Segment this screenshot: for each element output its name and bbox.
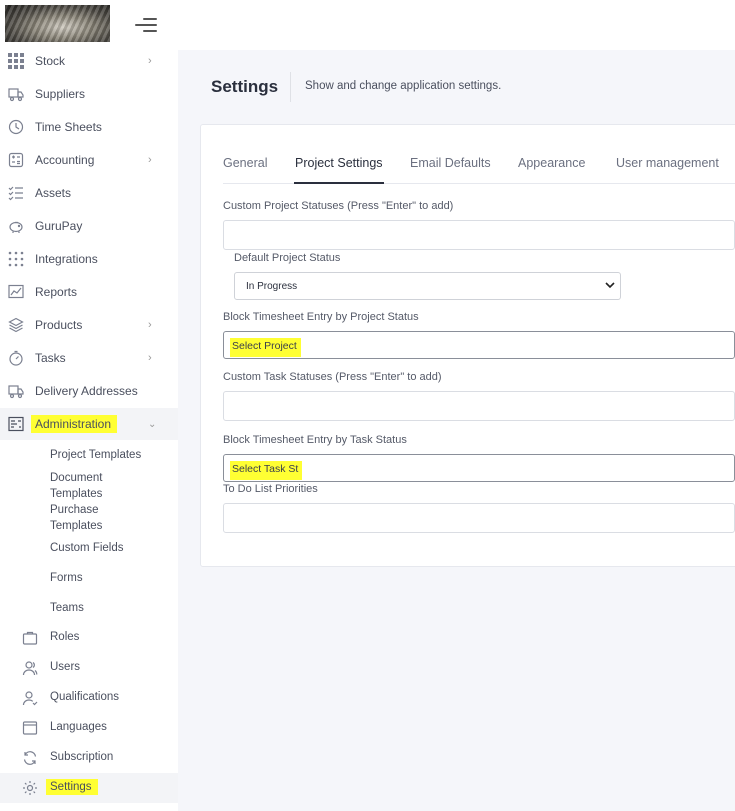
- sidebar-item-label: Time Sheets: [35, 120, 102, 134]
- sidebar-subitem-purchase-templates[interactable]: Purchase Templates: [50, 502, 120, 534]
- sidebar-item-suppliers[interactable]: Suppliers: [0, 78, 178, 110]
- title-divider: [290, 72, 291, 102]
- tab-project-settings[interactable]: Project Settings: [295, 156, 383, 170]
- chevron-right-icon: ›: [148, 352, 152, 364]
- briefcase-icon: [22, 631, 38, 645]
- sidebar-item-label: Reports: [35, 285, 78, 299]
- settings-tabs: General Project Settings Email Defaults …: [223, 150, 735, 184]
- calculator-icon: [8, 152, 24, 168]
- custom-task-statuses-label: Custom Task Statuses (Press "Enter" to a…: [223, 371, 442, 383]
- sidebar-item-administration[interactable]: Administration ⌄: [0, 408, 178, 440]
- sidebar-item-label: Tasks: [35, 351, 66, 365]
- chevron-right-icon: ›: [148, 319, 152, 331]
- block-by-project-placeholder: Select Project: [230, 338, 301, 357]
- sidebar-item-integrations[interactable]: Integrations: [0, 243, 178, 275]
- sidebar-item-time-sheets[interactable]: Time Sheets: [0, 111, 178, 143]
- block-by-task-placeholder: Select Task St: [230, 461, 303, 480]
- default-project-status-value: In Progress: [246, 281, 298, 292]
- sidebar-subitem-qualifications[interactable]: Qualifications: [0, 683, 178, 713]
- block-by-task-label: Block Timesheet Entry by Task Status: [223, 434, 407, 446]
- sidebar-subitem-languages[interactable]: Languages: [0, 713, 178, 743]
- chevron-right-icon: ›: [148, 154, 152, 166]
- sidebar-item-label: Users: [50, 661, 81, 673]
- menu-toggle-icon[interactable]: [135, 16, 157, 34]
- sidebar-subitem-document-templates[interactable]: Document Templates: [50, 470, 120, 502]
- custom-project-statuses-label: Custom Project Statuses (Press "Enter" t…: [223, 200, 454, 212]
- users-icon: [22, 661, 38, 676]
- delivery-truck-icon: [8, 385, 24, 399]
- sidebar-item-label: Stock: [35, 54, 66, 68]
- stopwatch-icon: [9, 350, 23, 366]
- sidebar-item-label: Assets: [35, 186, 72, 200]
- gear-icon: [23, 781, 37, 795]
- chevron-right-icon: ›: [148, 55, 152, 67]
- active-tab-indicator: [294, 182, 384, 184]
- clock-icon: [8, 119, 24, 135]
- todo-priorities-input[interactable]: [223, 503, 735, 533]
- custom-project-statuses-input[interactable]: [223, 220, 735, 250]
- sidebar-subitem-project-templates[interactable]: Project Templates: [50, 447, 141, 463]
- sidebar-item-products[interactable]: Products ›: [0, 309, 178, 341]
- sidebar-item-label: Integrations: [35, 252, 98, 266]
- sidebar-subitem-forms[interactable]: Forms: [50, 570, 83, 586]
- admin-icon: [8, 416, 24, 432]
- default-project-status-label: Default Project Status: [234, 252, 341, 264]
- truck-icon: [8, 88, 24, 102]
- sidebar-item-label: Qualifications: [50, 691, 120, 703]
- dots-grid-icon: [8, 251, 24, 267]
- grid-icon: [8, 53, 24, 69]
- top-bar: [0, 0, 735, 50]
- qualification-icon: [22, 691, 38, 706]
- sidebar-item-gurupay[interactable]: GuruPay: [0, 210, 178, 242]
- sidebar: Stock › Suppliers Time Sheets Accounting…: [0, 50, 178, 811]
- chevron-down-icon: ⌄: [148, 418, 157, 430]
- sidebar-item-label: Suppliers: [35, 87, 86, 101]
- checklist-icon: [8, 186, 23, 201]
- sidebar-item-label: Roles: [50, 631, 80, 643]
- piggy-bank-icon: [9, 221, 23, 233]
- tab-appearance[interactable]: Appearance: [518, 156, 585, 170]
- sidebar-item-label: Accounting: [35, 153, 95, 167]
- block-by-project-label: Block Timesheet Entry by Project Status: [223, 311, 419, 323]
- sidebar-item-label: Subscription: [50, 751, 114, 763]
- sidebar-item-tasks[interactable]: Tasks ›: [0, 342, 178, 374]
- sidebar-subitem-subscription[interactable]: Subscription: [0, 743, 178, 773]
- tab-general[interactable]: General: [223, 156, 267, 170]
- chart-icon: [8, 284, 24, 299]
- chevron-down-icon: [605, 282, 615, 289]
- block-by-task-select[interactable]: Select Task St: [223, 454, 735, 482]
- default-project-status-select[interactable]: In Progress: [234, 272, 621, 300]
- sidebar-item-label: Administration: [31, 415, 118, 433]
- sidebar-item-reports[interactable]: Reports: [0, 276, 178, 308]
- sidebar-subitem-teams[interactable]: Teams: [50, 600, 84, 616]
- sidebar-item-stock[interactable]: Stock ›: [0, 45, 178, 77]
- sidebar-item-delivery-addresses[interactable]: Delivery Addresses: [0, 375, 178, 407]
- sidebar-item-label: Settings: [46, 779, 98, 795]
- refresh-icon: [23, 751, 37, 765]
- sidebar-item-label: Products: [35, 318, 83, 332]
- tab-email-defaults[interactable]: Email Defaults: [410, 156, 491, 170]
- sidebar-item-assets[interactable]: Assets: [0, 177, 178, 209]
- sidebar-subitem-settings[interactable]: Settings: [0, 773, 178, 803]
- company-logo[interactable]: [5, 5, 110, 42]
- custom-task-statuses-input[interactable]: [223, 391, 735, 421]
- page-subtitle: Show and change application settings.: [305, 80, 502, 92]
- tab-user-management[interactable]: User management: [616, 156, 719, 170]
- window-icon: [22, 721, 38, 735]
- sidebar-item-label: Languages: [50, 721, 107, 733]
- todo-priorities-label: To Do List Priorities: [223, 483, 318, 495]
- sidebar-subitem-custom-fields[interactable]: Custom Fields: [50, 540, 124, 556]
- sidebar-item-label: GuruPay: [35, 219, 83, 233]
- sidebar-item-label: Delivery Addresses: [35, 384, 138, 398]
- sidebar-subitem-roles[interactable]: Roles: [0, 623, 178, 653]
- page-title: Settings: [211, 77, 279, 96]
- layers-icon: [8, 317, 24, 333]
- sidebar-subitem-users[interactable]: Users: [0, 653, 178, 683]
- sidebar-item-accounting[interactable]: Accounting ›: [0, 144, 178, 176]
- block-by-project-select[interactable]: Select Project: [223, 331, 735, 359]
